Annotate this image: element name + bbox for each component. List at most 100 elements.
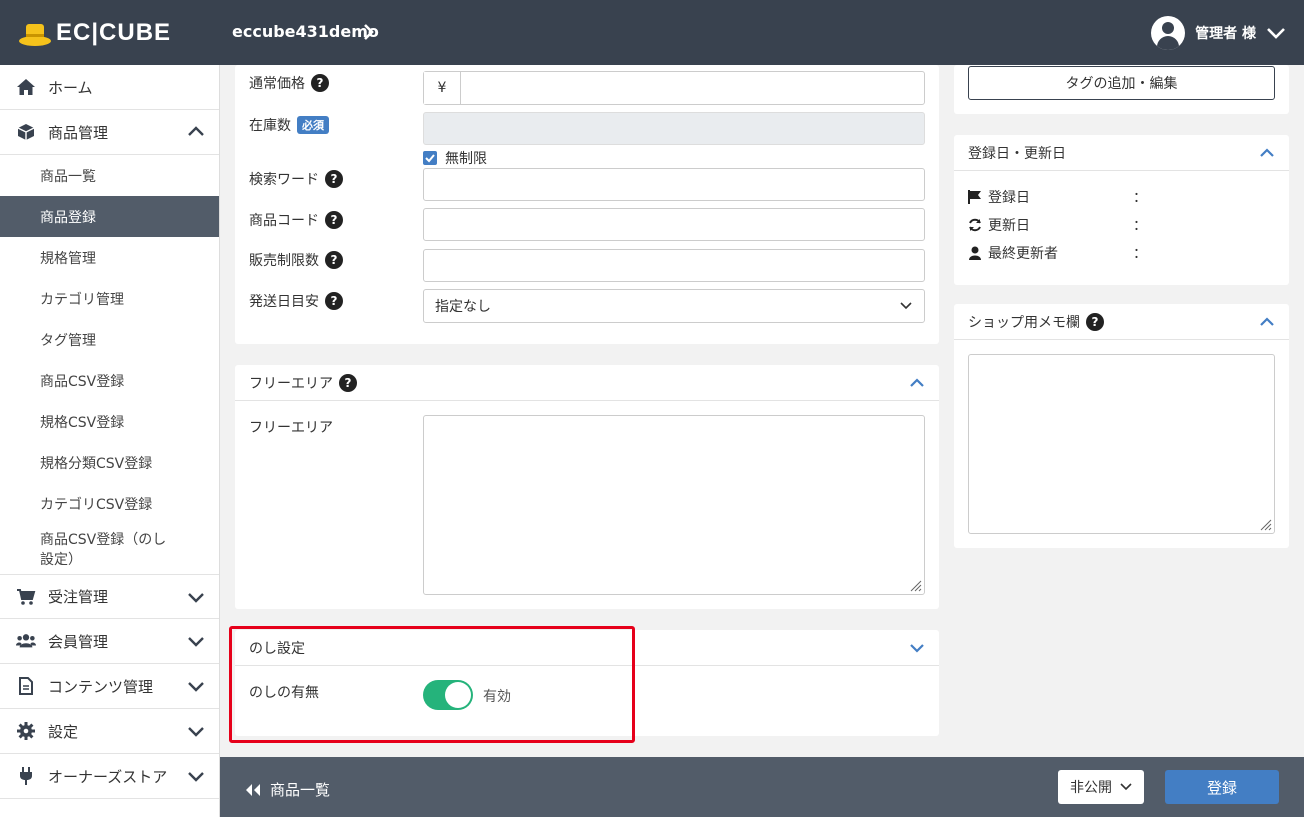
double-chevron-left-icon	[246, 783, 260, 796]
card-title: フリーエリア	[249, 375, 333, 392]
user-icon	[969, 246, 981, 260]
chevron-down-icon	[188, 682, 204, 692]
sidebar-subitem-product-csv[interactable]: 商品CSV登録	[0, 360, 219, 401]
free-area-card: フリーエリア ? フリーエリア	[235, 365, 939, 609]
price-input[interactable]: ¥	[423, 71, 925, 105]
chevron-right-icon[interactable]	[362, 22, 376, 42]
product-code-input[interactable]	[423, 208, 925, 241]
resize-handle-icon[interactable]	[910, 580, 922, 592]
registered-row: 登録日 ：	[968, 187, 1268, 207]
search-word-label: 検索ワード ?	[249, 169, 343, 189]
price-label: 通常価格 ?	[249, 73, 329, 93]
help-icon[interactable]: ?	[325, 292, 343, 310]
noshi-status: 有効	[483, 689, 511, 705]
chevron-up-icon[interactable]	[909, 375, 925, 391]
sidebar-subitem-category-csv[interactable]: カテゴリCSV登録	[0, 483, 219, 524]
last-editor-row: 最終更新者 ：	[968, 243, 1268, 263]
help-icon[interactable]: ?	[1086, 312, 1104, 331]
logo-text: EC|CUBE	[56, 19, 172, 46]
card-title: ショップ用メモ欄	[968, 314, 1080, 331]
user-name: 管理者 様	[1195, 26, 1256, 42]
gear-icon	[16, 721, 36, 741]
tag-card: タグの追加・編集	[954, 65, 1289, 114]
tag-edit-button[interactable]: タグの追加・編集	[968, 66, 1275, 100]
sidebar-item-product[interactable]: 商品管理	[0, 110, 219, 155]
sale-limit-input[interactable]	[423, 249, 925, 282]
sidebar-item-label: 受注管理	[48, 588, 109, 606]
file-icon	[16, 676, 36, 696]
sidebar-item-label: 設定	[48, 722, 79, 741]
memo-header[interactable]: ショップ用メモ欄 ?	[954, 304, 1289, 340]
sidebar-item-label: オーナーズストア	[48, 767, 168, 786]
plug-icon	[16, 766, 36, 786]
sale-limit-label: 販売制限数 ?	[249, 250, 343, 270]
sidebar-item-store[interactable]: オーナーズストア	[0, 754, 219, 799]
chevron-down-icon	[1267, 28, 1285, 39]
chevron-down-icon	[188, 593, 204, 603]
stock-label: 在庫数 必須	[249, 115, 329, 135]
chevron-down-icon[interactable]	[909, 640, 925, 656]
help-icon[interactable]: ?	[325, 170, 343, 188]
sidebar-item-home[interactable]: ホーム	[0, 65, 219, 110]
visibility-select[interactable]: 非公開	[1058, 770, 1144, 804]
card-title: のし設定	[249, 640, 305, 657]
chevron-down-icon	[188, 637, 204, 647]
delivery-label: 発送日目安 ?	[249, 291, 343, 311]
sidebar-subitem-class-csv[interactable]: 規格CSV登録	[0, 401, 219, 442]
memo-textarea[interactable]	[968, 354, 1275, 534]
free-area-textarea[interactable]	[423, 415, 925, 595]
users-icon	[16, 631, 36, 651]
help-icon[interactable]: ?	[325, 211, 343, 229]
sidebar-item-setting[interactable]: 設定	[0, 709, 219, 754]
sidebar-item-label: コンテンツ管理	[48, 677, 154, 696]
chevron-down-icon	[188, 727, 204, 737]
help-icon[interactable]: ?	[339, 373, 357, 392]
home-icon	[16, 77, 36, 97]
chevron-up-icon	[188, 126, 204, 136]
sidebar-item-label: 会員管理	[48, 632, 109, 651]
card-title: 登録日・更新日	[968, 145, 1066, 162]
register-button[interactable]: 登録	[1165, 770, 1279, 804]
currency-addon: ¥	[424, 72, 461, 104]
noshi-toggle[interactable]	[423, 680, 473, 710]
sidebar-subitem-tag[interactable]: タグ管理	[0, 319, 219, 360]
noshi-card: のし設定 のしの有無 有効	[235, 630, 939, 736]
back-to-list-link[interactable]: 商品一覧	[244, 779, 330, 800]
cart-icon	[16, 587, 36, 607]
search-word-input[interactable]	[423, 168, 925, 201]
help-icon[interactable]: ?	[311, 74, 329, 92]
sidebar-subitem-class[interactable]: 規格管理	[0, 237, 219, 278]
user-menu[interactable]: 管理者 様	[1151, 16, 1286, 50]
bottom-action-bar: 商品一覧 非公開 登録	[220, 757, 1304, 817]
sidebar-subitem-product-list[interactable]: 商品一覧	[0, 155, 219, 196]
dates-card: 登録日・更新日 登録日 ： 更新日 ： 最終更新者 ：	[954, 135, 1289, 285]
free-area-label: フリーエリア	[249, 420, 333, 436]
chevron-down-icon	[188, 772, 204, 782]
noshi-header[interactable]: のし設定	[235, 630, 939, 666]
unlimited-checkbox-row[interactable]: 無制限	[423, 148, 487, 168]
sidebar-subitem-noshi-csv[interactable]: 商品CSV登録（のし設定）	[0, 524, 219, 574]
sidebar-item-customer[interactable]: 会員管理	[0, 619, 219, 664]
sidebar-subitem-product-register[interactable]: 商品登録	[0, 196, 219, 237]
eccube-logo[interactable]: EC|CUBE	[18, 18, 171, 48]
sidebar-item-order[interactable]: 受注管理	[0, 574, 219, 619]
resize-handle-icon[interactable]	[1260, 519, 1272, 531]
dates-header[interactable]: 登録日・更新日	[954, 135, 1289, 171]
sidebar-item-content[interactable]: コンテンツ管理	[0, 664, 219, 709]
refresh-icon	[969, 218, 981, 232]
shop-name-link[interactable]: eccube431demo	[232, 22, 379, 41]
chevron-up-icon[interactable]	[1259, 145, 1275, 161]
free-area-header[interactable]: フリーエリア ?	[235, 365, 939, 401]
updated-row: 更新日 ：	[968, 215, 1268, 235]
checkbox-checked-icon[interactable]	[423, 151, 437, 165]
hat-logo-icon	[19, 24, 51, 46]
delivery-select[interactable]: 指定なし	[423, 289, 925, 323]
sidebar-item-label: 商品管理	[48, 123, 109, 142]
sidebar-subitem-category[interactable]: カテゴリ管理	[0, 278, 219, 319]
chevron-up-icon[interactable]	[1259, 314, 1275, 330]
sidebar-subitem-class-category-csv[interactable]: 規格分類CSV登録	[0, 442, 219, 483]
sidebar: ホーム 商品管理 商品一覧 商品登録 規格管理 カテゴリ管理 タグ管理 商品CS…	[0, 65, 220, 817]
avatar-icon	[1151, 16, 1186, 50]
help-icon[interactable]: ?	[325, 251, 343, 269]
box-icon	[16, 122, 36, 142]
